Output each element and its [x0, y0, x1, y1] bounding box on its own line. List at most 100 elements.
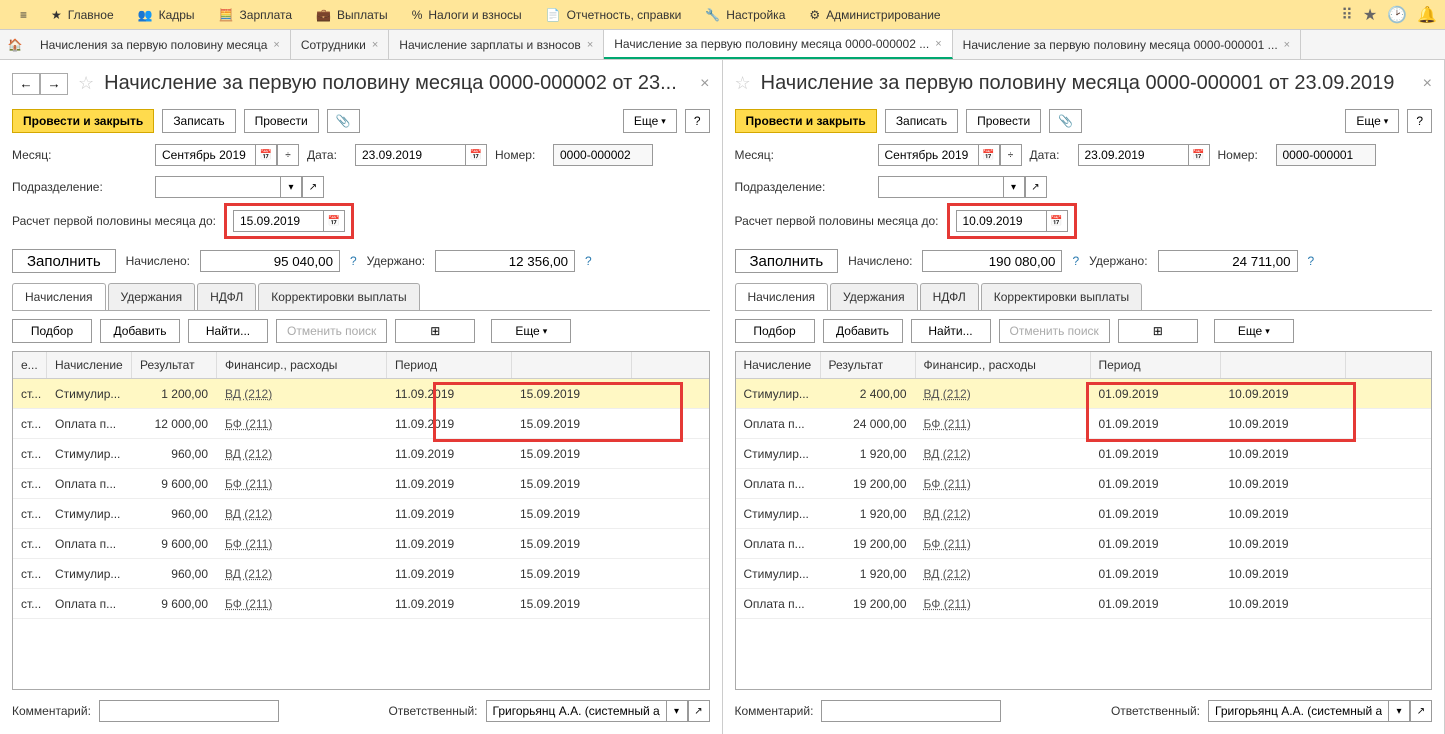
- stepper-icon[interactable]: ÷: [1000, 144, 1022, 166]
- subtab-deductions[interactable]: Удержания: [830, 283, 918, 310]
- help-icon[interactable]: ?: [1072, 254, 1079, 268]
- dept-input[interactable]: [878, 176, 1003, 198]
- table-row[interactable]: ст...Стимулир...960,00ВД (212)11.09.2019…: [13, 559, 709, 589]
- date-input[interactable]: [355, 144, 465, 166]
- close-pane[interactable]: ×: [1423, 75, 1432, 93]
- date-input[interactable]: [1078, 144, 1188, 166]
- subtab-deductions[interactable]: Удержания: [108, 283, 196, 310]
- doc-tab-2[interactable]: Начисление зарплаты и взносов×: [389, 30, 604, 59]
- dropdown-icon[interactable]: ▾: [1388, 700, 1410, 722]
- write-button[interactable]: Записать: [162, 109, 235, 133]
- favorite-star[interactable]: ☆: [78, 73, 94, 94]
- help-button[interactable]: ?: [685, 109, 710, 133]
- attach-button[interactable]: 📎: [327, 109, 360, 133]
- col-header[interactable]: Период: [387, 352, 512, 378]
- menu-taxes[interactable]: %Налоги и взносы: [400, 0, 534, 29]
- help-button[interactable]: ?: [1407, 109, 1432, 133]
- menu-hamburger[interactable]: ≡: [8, 0, 39, 29]
- fill-button[interactable]: Заполнить: [12, 249, 116, 273]
- dropdown-icon[interactable]: ▾: [1003, 176, 1025, 198]
- col-header[interactable]: Период: [1091, 352, 1221, 378]
- calc-date-input[interactable]: [956, 210, 1046, 232]
- close-icon[interactable]: ×: [587, 39, 593, 51]
- table-row[interactable]: ст...Оплата п...12 000,00БФ (211)11.09.2…: [13, 409, 709, 439]
- post-close-button[interactable]: Провести и закрыть: [12, 109, 154, 133]
- dept-input[interactable]: [155, 176, 280, 198]
- open-icon[interactable]: ↗: [1025, 176, 1047, 198]
- write-button[interactable]: Записать: [885, 109, 958, 133]
- find-button[interactable]: Найти...: [911, 319, 991, 343]
- menu-reports[interactable]: 📄Отчетность, справки: [534, 0, 694, 29]
- fill-button[interactable]: Заполнить: [735, 249, 839, 273]
- calendar-icon[interactable]: 📅: [323, 210, 345, 232]
- table-row[interactable]: Стимулир...1 920,00ВД (212)01.09.201910.…: [736, 499, 1432, 529]
- more-button[interactable]: Еще: [623, 109, 677, 133]
- col-header[interactable]: Финансир., расходы: [916, 352, 1091, 378]
- menu-hr[interactable]: 👥Кадры: [126, 0, 207, 29]
- star-icon[interactable]: ★: [1363, 5, 1377, 25]
- menu-payouts[interactable]: 💼Выплаты: [304, 0, 400, 29]
- menu-main[interactable]: ★Главное: [39, 0, 126, 29]
- close-icon[interactable]: ×: [1284, 39, 1290, 51]
- table-more-button[interactable]: Еще: [491, 319, 571, 343]
- post-button[interactable]: Провести: [966, 109, 1041, 133]
- table-settings-icon[interactable]: ⊞: [1118, 319, 1198, 343]
- calendar-icon[interactable]: 📅: [978, 144, 1000, 166]
- subtab-accruals[interactable]: Начисления: [735, 283, 829, 310]
- close-icon[interactable]: ×: [935, 38, 941, 50]
- help-icon[interactable]: ?: [585, 254, 592, 268]
- table-row[interactable]: ст...Оплата п...9 600,00БФ (211)11.09.20…: [13, 589, 709, 619]
- col-header[interactable]: Результат: [821, 352, 916, 378]
- subtab-ndfl[interactable]: НДФЛ: [197, 283, 256, 310]
- withheld-value[interactable]: [435, 250, 575, 272]
- pick-button[interactable]: Подбор: [12, 319, 92, 343]
- table-more-button[interactable]: Еще: [1214, 319, 1294, 343]
- table-row[interactable]: Оплата п...19 200,00БФ (211)01.09.201910…: [736, 589, 1432, 619]
- month-input[interactable]: [155, 144, 255, 166]
- doc-tab-0[interactable]: Начисления за первую половину месяца×: [30, 30, 291, 59]
- table-row[interactable]: ст...Стимулир...960,00ВД (212)11.09.2019…: [13, 439, 709, 469]
- doc-tab-4[interactable]: Начисление за первую половину месяца 000…: [953, 30, 1301, 59]
- menu-salary[interactable]: 🧮Зарплата: [207, 0, 305, 29]
- add-button[interactable]: Добавить: [823, 319, 903, 343]
- table-row[interactable]: Стимулир...1 920,00ВД (212)01.09.201910.…: [736, 559, 1432, 589]
- calendar-icon[interactable]: 📅: [1046, 210, 1068, 232]
- subtab-ndfl[interactable]: НДФЛ: [920, 283, 979, 310]
- subtab-accruals[interactable]: Начисления: [12, 283, 106, 310]
- dropdown-icon[interactable]: ▾: [280, 176, 302, 198]
- col-header[interactable]: [1221, 352, 1346, 378]
- close-icon[interactable]: ×: [273, 39, 279, 51]
- favorite-star[interactable]: ☆: [735, 73, 751, 94]
- post-button[interactable]: Провести: [244, 109, 319, 133]
- nav-back[interactable]: ←: [12, 73, 40, 95]
- stepper-icon[interactable]: ÷: [277, 144, 299, 166]
- open-icon[interactable]: ↗: [302, 176, 324, 198]
- add-button[interactable]: Добавить: [100, 319, 180, 343]
- open-icon[interactable]: ↗: [688, 700, 710, 722]
- open-icon[interactable]: ↗: [1410, 700, 1432, 722]
- close-pane[interactable]: ×: [700, 75, 709, 93]
- nav-fwd[interactable]: →: [40, 73, 68, 95]
- withheld-value[interactable]: [1158, 250, 1298, 272]
- menu-settings[interactable]: 🔧Настройка: [693, 0, 797, 29]
- bell-icon[interactable]: 🔔: [1417, 5, 1437, 25]
- help-icon[interactable]: ?: [1308, 254, 1315, 268]
- calendar-icon[interactable]: 📅: [465, 144, 487, 166]
- more-button[interactable]: Еще: [1345, 109, 1399, 133]
- col-header[interactable]: Начисление: [47, 352, 132, 378]
- history-icon[interactable]: 🕑: [1387, 5, 1407, 25]
- calendar-icon[interactable]: 📅: [1188, 144, 1210, 166]
- col-header[interactable]: [512, 352, 632, 378]
- apps-icon[interactable]: ⠿: [1341, 5, 1353, 25]
- table-row[interactable]: ст...Оплата п...9 600,00БФ (211)11.09.20…: [13, 529, 709, 559]
- home-tab[interactable]: 🏠: [0, 30, 30, 59]
- table-settings-icon[interactable]: ⊞: [395, 319, 475, 343]
- table-row[interactable]: Оплата п...24 000,00БФ (211)01.09.201910…: [736, 409, 1432, 439]
- menu-admin[interactable]: ⚙Администрирование: [797, 0, 952, 29]
- dropdown-icon[interactable]: ▾: [666, 700, 688, 722]
- table-row[interactable]: Стимулир...2 400,00ВД (212)01.09.201910.…: [736, 379, 1432, 409]
- resp-input[interactable]: [486, 700, 666, 722]
- doc-tab-1[interactable]: Сотрудники×: [291, 30, 389, 59]
- subtab-corrections[interactable]: Корректировки выплаты: [981, 283, 1142, 310]
- calc-date-input[interactable]: [233, 210, 323, 232]
